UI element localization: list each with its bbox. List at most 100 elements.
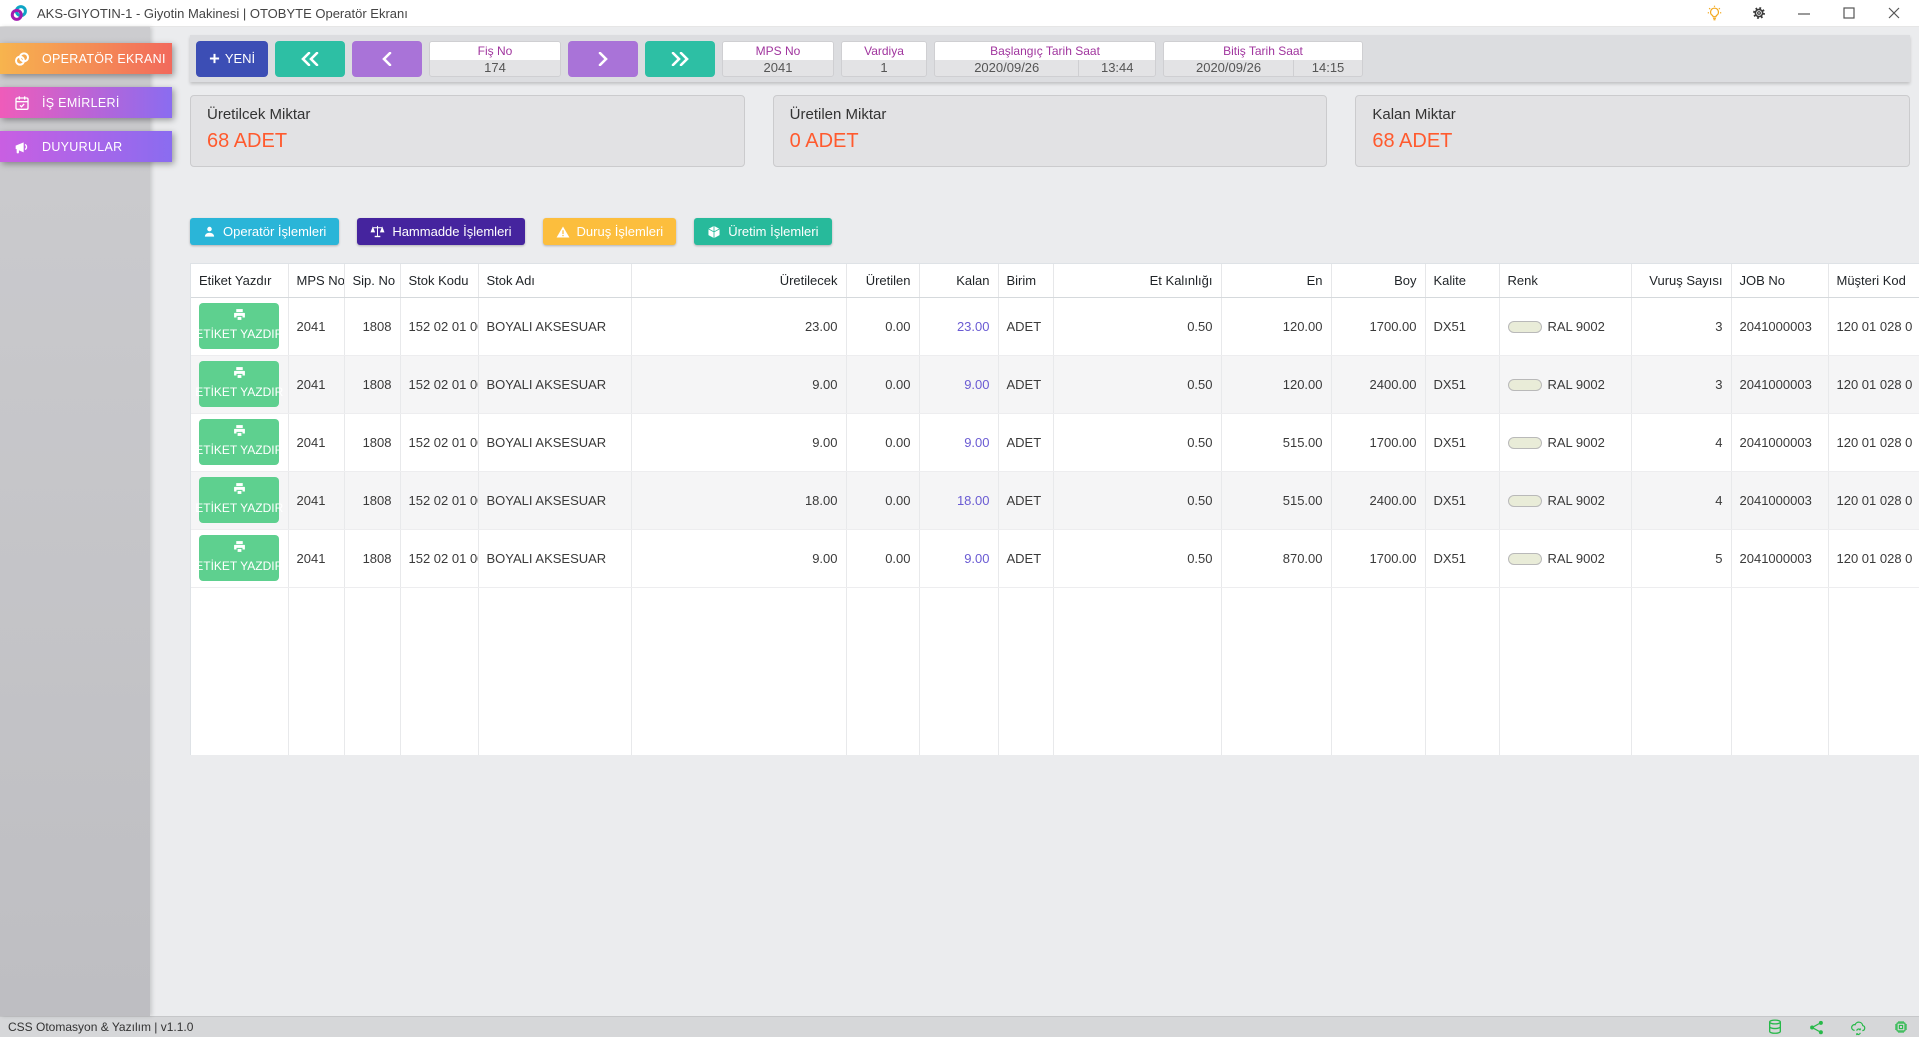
window-title: AKS-GIYOTIN-1 - Giyotin Makinesi | OTOBY… (37, 6, 408, 21)
vardiya-label: Vardiya (842, 42, 926, 60)
uretim-islemleri-button[interactable]: Üretim İşlemleri (694, 218, 831, 245)
cell-kalan: 9.00 (919, 529, 998, 587)
chevron-left-icon (382, 52, 392, 66)
last-record-button[interactable] (645, 41, 715, 77)
table-row[interactable]: ETİKET YAZDIR20411808152 02 01 001BOYALI… (191, 355, 1919, 413)
next-record-button[interactable] (568, 41, 638, 77)
chip-icon (1893, 1019, 1909, 1035)
mps-no-value[interactable]: 2041 (723, 60, 833, 76)
settings-gear-icon[interactable] (1750, 4, 1768, 22)
bitis-date-value[interactable]: 2020/09/26 (1164, 60, 1293, 76)
cell-en: 515.00 (1221, 471, 1331, 529)
cell-musteri-kodu: 120 01 028 0 (1828, 529, 1919, 587)
column-header[interactable]: Vuruş Sayısı (1631, 264, 1731, 297)
cell-kalite: DX51 (1425, 413, 1499, 471)
app-logo-icon (10, 4, 28, 22)
bitis-label: Bitiş Tarih Saat (1164, 42, 1362, 60)
sidebar-item-duyurular[interactable]: DUYURULAR (0, 131, 172, 162)
column-header[interactable]: En (1221, 264, 1331, 297)
fis-no-value[interactable]: 174 (430, 60, 560, 76)
cell-sip-no: 1808 (344, 297, 400, 355)
cell-job-no: 2041000003 (1731, 355, 1828, 413)
cell-birim: ADET (998, 297, 1053, 355)
vardiya-field: Vardiya 1 (841, 41, 927, 77)
baslangic-time-value[interactable]: 13:44 (1078, 60, 1155, 76)
previous-record-button[interactable] (352, 41, 422, 77)
column-header[interactable]: Üretilecek (631, 264, 846, 297)
bitis-time-value[interactable]: 14:15 (1293, 60, 1362, 76)
cell-renk: RAL 9002 (1499, 355, 1631, 413)
cell-kalite: DX51 (1425, 355, 1499, 413)
table-row[interactable]: ETİKET YAZDIR20411808152 02 01 001BOYALI… (191, 471, 1919, 529)
etiket-yazdir-button[interactable]: ETİKET YAZDIR (199, 535, 279, 581)
etiket-yazdir-button[interactable]: ETİKET YAZDIR (199, 361, 279, 407)
cell-mps-no: 2041 (288, 529, 344, 587)
header-row: Etiket YazdırMPS NoSip. NoStok KoduStok … (191, 264, 1919, 297)
grid-empty-area (191, 587, 1919, 755)
mps-no-field: MPS No 2041 (722, 41, 834, 77)
orders-table-body: ETİKET YAZDIR20411808152 02 01 001BOYALI… (191, 297, 1919, 755)
column-header[interactable]: Stok Kodu (400, 264, 478, 297)
column-header[interactable]: Etiket Yazdır (191, 264, 288, 297)
close-button[interactable] (1885, 4, 1903, 22)
column-header[interactable]: Stok Adı (478, 264, 631, 297)
column-header[interactable]: Birim (998, 264, 1053, 297)
plus-icon (209, 53, 220, 64)
cell-vurus-sayisi: 4 (1631, 413, 1731, 471)
cell-renk: RAL 9002 (1499, 297, 1631, 355)
table-row[interactable]: ETİKET YAZDIR20411808152 02 01 001BOYALI… (191, 529, 1919, 587)
column-header[interactable]: Kalan (919, 264, 998, 297)
operator-rings-icon (14, 51, 30, 67)
column-header[interactable]: Boy (1331, 264, 1425, 297)
column-header[interactable]: Et Kalınlığı (1053, 264, 1221, 297)
cell-mps-no: 2041 (288, 413, 344, 471)
color-swatch (1508, 379, 1542, 391)
column-header[interactable]: Üretilen (846, 264, 919, 297)
cell-sip-no: 1808 (344, 413, 400, 471)
etiket-yazdir-button[interactable]: ETİKET YAZDIR (199, 419, 279, 465)
column-header[interactable]: Müşteri Kod (1828, 264, 1919, 297)
theme-bulb-icon[interactable] (1705, 4, 1723, 22)
operator-islemleri-button[interactable]: Operatör İşlemleri (190, 218, 339, 245)
cell-uretilecek: 23.00 (631, 297, 846, 355)
megaphone-icon (14, 139, 30, 155)
durus-islemleri-button[interactable]: Duruş İşlemleri (543, 218, 677, 245)
vardiya-value[interactable]: 1 (842, 60, 926, 76)
kalan-miktar-card: Kalan Miktar 68 ADET (1355, 95, 1910, 167)
etiket-yazdir-button[interactable]: ETİKET YAZDIR (199, 303, 279, 349)
cell-musteri-kodu: 120 01 028 0 (1828, 471, 1919, 529)
baslangic-date-value[interactable]: 2020/09/26 (935, 60, 1078, 76)
printer-icon (233, 540, 246, 553)
minimize-button[interactable] (1795, 4, 1813, 22)
cell-boy: 2400.00 (1331, 471, 1425, 529)
work-orders-grid: Etiket YazdırMPS NoSip. NoStok KoduStok … (190, 263, 1919, 755)
hammadde-islemleri-button[interactable]: Hammadde İşlemleri (357, 218, 524, 245)
table-row[interactable]: ETİKET YAZDIR20411808152 02 01 001BOYALI… (191, 297, 1919, 355)
database-icon (1767, 1019, 1783, 1035)
status-bar: CSS Otomasyon & Yazılım | v1.1.0 (0, 1016, 1919, 1037)
maximize-button[interactable] (1840, 4, 1858, 22)
action-buttons-row: Operatör İşlemleri Hammadde İşlemleri Du… (190, 218, 1919, 245)
column-header[interactable]: Renk (1499, 264, 1631, 297)
sidebar-item-is-emirleri[interactable]: İŞ EMİRLERİ (0, 87, 172, 118)
table-row[interactable]: ETİKET YAZDIR20411808152 02 01 001BOYALI… (191, 413, 1919, 471)
column-header[interactable]: Sip. No (344, 264, 400, 297)
calendar-check-icon (14, 95, 30, 111)
cell-kalite: DX51 (1425, 471, 1499, 529)
column-header[interactable]: Kalite (1425, 264, 1499, 297)
sidebar-item-label: İŞ EMİRLERİ (42, 96, 120, 110)
cell-uretilen: 0.00 (846, 471, 919, 529)
cell-musteri-kodu: 120 01 028 0 (1828, 413, 1919, 471)
cell-uretilecek: 9.00 (631, 413, 846, 471)
first-record-button[interactable] (275, 41, 345, 77)
sidebar-item-operator-ekrani[interactable]: OPERATÖR EKRANI (0, 43, 172, 74)
etiket-yazdir-button[interactable]: ETİKET YAZDIR (199, 477, 279, 523)
etiket-yazdir-cell: ETİKET YAZDIR (191, 471, 288, 529)
column-header[interactable]: JOB No (1731, 264, 1828, 297)
bitis-tarih-saat-field: Bitiş Tarih Saat 2020/09/26 14:15 (1163, 41, 1363, 77)
column-header[interactable]: MPS No (288, 264, 344, 297)
uretilecek-miktar-card: Üretilcek Miktar 68 ADET (190, 95, 745, 167)
main-content: YENİ Fiş No 174 (150, 27, 1919, 1016)
cell-stok-kodu: 152 02 01 001 (400, 355, 478, 413)
new-record-button[interactable]: YENİ (196, 41, 268, 77)
